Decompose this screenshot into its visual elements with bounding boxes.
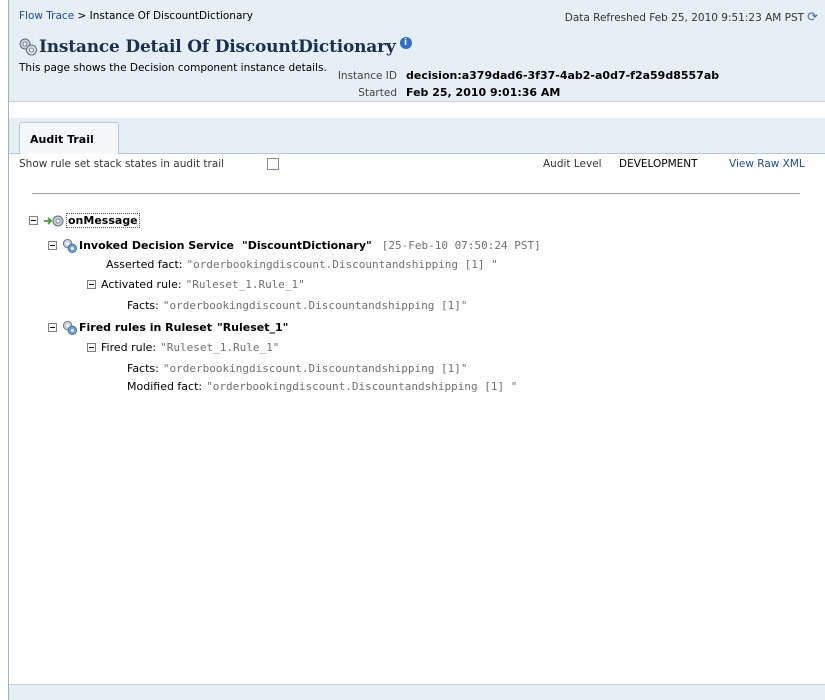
- breadcrumb-current: Instance Of DiscountDictionary: [89, 10, 253, 22]
- facts-value: "orderbookingdiscount.Discountandshippin…: [162, 299, 468, 312]
- title-row: Instance Detail Of DiscountDictionary i: [18, 37, 412, 57]
- collapse-toggle[interactable]: [87, 280, 96, 289]
- data-refreshed: Data Refreshed Feb 25, 2010 9:51:23 AM P…: [565, 10, 818, 25]
- invoked-name: "DiscountDictionary": [241, 239, 372, 252]
- tree-node-onmessage[interactable]: onMessage: [29, 213, 140, 228]
- settings-gears-icon: [19, 38, 37, 56]
- view-raw-xml-link[interactable]: View Raw XML: [729, 158, 805, 170]
- show-stack-label: Show rule set stack states in audit trai…: [19, 158, 225, 170]
- breadcrumb-separator: >: [74, 10, 90, 22]
- audit-level-label: Audit Level: [543, 158, 602, 170]
- audit-options: Show rule set stack states in audit trai…: [9, 154, 825, 176]
- breadcrumb: Flow Trace > Instance Of DiscountDiction…: [19, 10, 253, 22]
- bottom-strip: [9, 684, 825, 700]
- invoked-label: Invoked Decision Service: [79, 239, 234, 252]
- started-label: Started: [358, 87, 397, 99]
- divider: [32, 193, 800, 194]
- decision-gear-icon: [62, 320, 77, 335]
- tab-audit-trail[interactable]: Audit Trail: [19, 122, 119, 154]
- audit-level-value: DEVELOPMENT: [619, 158, 698, 170]
- tree-node-fired-rules[interactable]: Fired rules in Ruleset "Ruleset_1": [48, 320, 288, 335]
- fired-facts-label: Facts:: [127, 362, 159, 375]
- tree-leaf-fired-facts: Facts: "orderbookingdiscount.Discountand…: [127, 362, 468, 375]
- instance-id-label: Instance ID: [337, 70, 397, 82]
- tree-leaf-asserted-fact: Asserted fact: "orderbookingdiscount.Dis…: [106, 258, 498, 271]
- invoked-timestamp: [25-Feb-10 07:50:24 PST]: [381, 239, 541, 252]
- breadcrumb-flow-trace-link[interactable]: Flow Trace: [19, 10, 74, 22]
- fired-rule-value: "Ruleset_1.Rule_1": [160, 341, 280, 354]
- onmessage-label: onMessage: [66, 213, 140, 228]
- activated-rule-value: "Ruleset_1.Rule_1": [185, 278, 305, 291]
- tree-node-activated-rule[interactable]: Activated rule: "Ruleset_1.Rule_1": [87, 278, 305, 291]
- instance-id-value: decision:a379dad6-3f37-4ab2-a0d7-f2a59d8…: [406, 69, 720, 82]
- info-icon[interactable]: i: [399, 37, 412, 49]
- asserted-fact-label: Asserted fact:: [106, 258, 183, 271]
- tab-bar: Audit Trail: [9, 118, 825, 154]
- fired-facts-value: "orderbookingdiscount.Discountandshippin…: [162, 362, 468, 375]
- modified-fact-value: "orderbookingdiscount.Discountandshippin…: [206, 380, 518, 393]
- activated-rule-label: Activated rule:: [101, 278, 182, 291]
- tree-leaf-facts: Facts: "orderbookingdiscount.Discountand…: [127, 299, 468, 312]
- fired-ruleset-name: "Ruleset_1": [216, 321, 289, 334]
- facts-label: Facts:: [127, 299, 159, 312]
- fired-rule-label: Fired rule:: [101, 341, 157, 354]
- collapse-toggle[interactable]: [48, 241, 57, 250]
- collapse-toggle[interactable]: [48, 323, 57, 332]
- decision-gear-icon: [62, 238, 77, 253]
- tree-node-fired-rule[interactable]: Fired rule: "Ruleset_1.Rule_1": [87, 341, 279, 354]
- started-value: Feb 25, 2010 9:01:36 AM: [406, 86, 561, 99]
- page-header: Flow Trace > Instance Of DiscountDiction…: [9, 0, 825, 102]
- modified-fact-label: Modified fact:: [127, 380, 203, 393]
- show-stack-checkbox[interactable]: [267, 158, 279, 170]
- refresh-icon[interactable]: ⟳: [807, 10, 818, 25]
- asserted-fact-value: "orderbookingdiscount.Discountandshippin…: [186, 258, 498, 271]
- page-description: This page shows the Decision component i…: [19, 62, 327, 74]
- page-title: Instance Detail Of DiscountDictionary: [39, 37, 396, 57]
- app-frame: Flow Trace > Instance Of DiscountDiction…: [8, 0, 825, 700]
- tree-node-invoked-decision-service[interactable]: Invoked Decision Service "DiscountDictio…: [48, 238, 541, 253]
- collapse-toggle[interactable]: [29, 216, 38, 225]
- fired-rules-label: Fired rules in Ruleset: [79, 321, 212, 334]
- data-refreshed-text: Data Refreshed Feb 25, 2010 9:51:23 AM P…: [564, 11, 805, 24]
- collapse-toggle[interactable]: [87, 343, 96, 352]
- arrow-gear-icon: [44, 215, 64, 226]
- tree-leaf-modified-fact: Modified fact: "orderbookingdiscount.Dis…: [127, 380, 517, 393]
